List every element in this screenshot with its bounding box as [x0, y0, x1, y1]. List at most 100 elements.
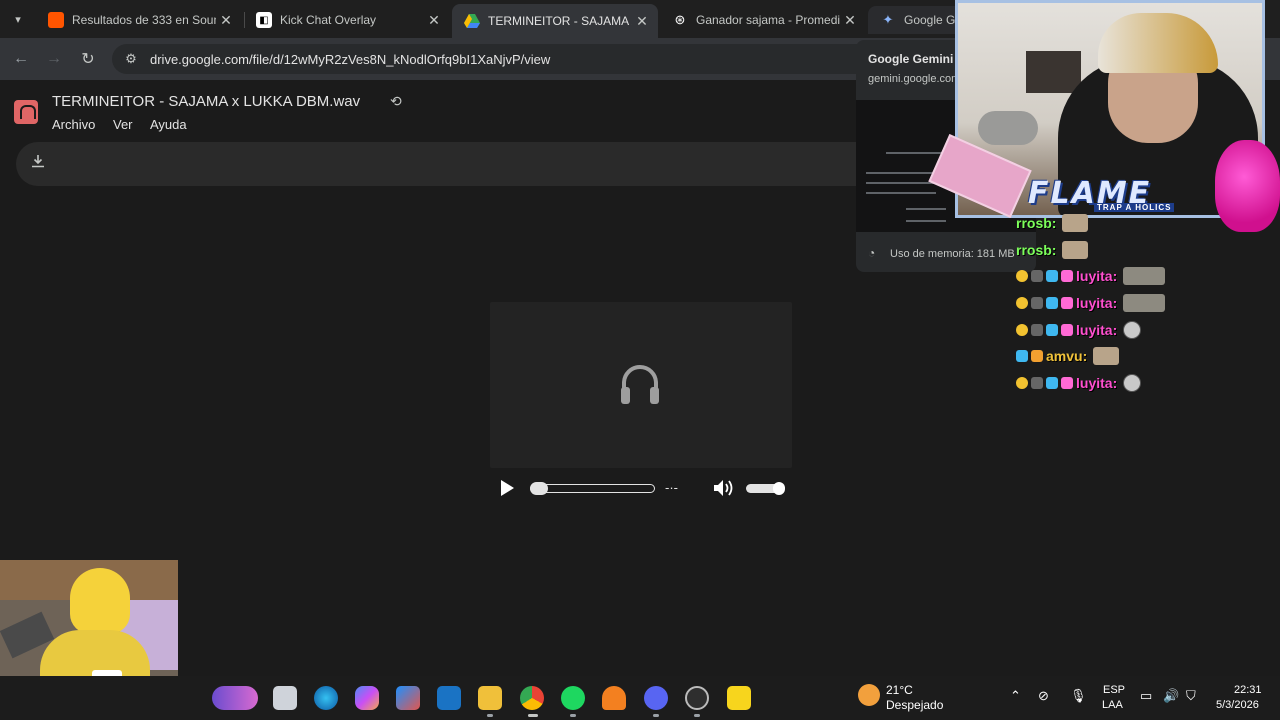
play-button[interactable]: [498, 479, 516, 497]
pink-buddha-sticker: [1215, 140, 1280, 232]
tab-title: Kick Chat Overlay: [280, 13, 377, 27]
running-indicator: [653, 714, 659, 717]
volume-handle[interactable]: [773, 482, 785, 495]
badge-icon: [1016, 297, 1028, 309]
tab-title: Resultados de 333 en Soundc: [72, 13, 216, 27]
chat-username: rrosb:: [1016, 215, 1057, 231]
hover-card-title: Google Gemini: [868, 52, 954, 66]
badge-icon: [1046, 324, 1058, 336]
chat-message: rrosb:: [1016, 212, 1089, 234]
badge-icon: [1031, 350, 1043, 362]
preview-line: [906, 208, 946, 210]
volume-icon[interactable]: [713, 478, 735, 498]
security-icon[interactable]: ⛉: [1186, 688, 1196, 704]
download-icon[interactable]: [28, 154, 48, 174]
menu-ver[interactable]: Ver: [113, 117, 133, 132]
weather-temperature[interactable]: 21°C: [886, 683, 913, 697]
add-to-drive-icon[interactable]: ⟲: [390, 93, 402, 110]
chat-message: luyita:: [1016, 319, 1142, 341]
clock-time[interactable]: 22:31: [1234, 684, 1262, 696]
chat-username: luyita:: [1076, 322, 1118, 338]
menu-ayuda[interactable]: Ayuda: [150, 117, 187, 132]
input-language[interactable]: ESP: [1103, 684, 1125, 696]
weather-condition[interactable]: Despejado: [886, 698, 943, 712]
windows-taskbar: [0, 676, 1280, 720]
seek-bar[interactable]: [530, 484, 655, 493]
audio-file-icon: [14, 100, 38, 124]
chat-username: luyita:: [1076, 268, 1118, 284]
discord-icon[interactable]: [644, 686, 668, 710]
task-view-icon[interactable]: [273, 686, 297, 710]
close-tab-icon[interactable]: ✕: [424, 12, 444, 29]
file-explorer-icon[interactable]: [478, 686, 502, 710]
badge-icon: [1031, 270, 1043, 282]
clock-date[interactable]: 5/3/2026: [1216, 699, 1259, 711]
chrome-icon[interactable]: [520, 686, 544, 710]
close-tab-icon[interactable]: ✕: [632, 13, 652, 30]
badge-icon: [1061, 297, 1073, 309]
homer-head: [70, 568, 130, 634]
chat-message: rrosb:: [1016, 239, 1089, 261]
weather-moon-icon[interactable]: [858, 684, 880, 706]
chat-emote-icon: [1062, 241, 1089, 259]
kick-icon: ◧: [256, 12, 272, 28]
badge-icon: [1046, 297, 1058, 309]
tab-gemini[interactable]: ✦ Google Gem: [868, 6, 968, 34]
chat-emote-icon: [1062, 214, 1089, 232]
store-icon[interactable]: [396, 686, 420, 710]
seek-handle[interactable]: [530, 482, 548, 495]
badge-icon: [1016, 270, 1028, 282]
badge-icon: [1046, 377, 1058, 389]
badge-icon: [1061, 324, 1073, 336]
forward-arrow-icon[interactable]: →: [42, 47, 66, 71]
reload-icon[interactable]: ↻: [76, 47, 100, 71]
network-off-icon[interactable]: ⊘: [1038, 688, 1049, 704]
keyboard-layout[interactable]: LAA: [1102, 699, 1123, 711]
close-tab-icon[interactable]: ✕: [840, 12, 860, 29]
tab-chatgpt[interactable]: ⊛ Ganador sajama - Promedio ✕: [660, 6, 866, 34]
cloudflare-icon[interactable]: [602, 686, 626, 710]
chat-username: rrosb:: [1016, 242, 1057, 258]
tab-drive-active[interactable]: TERMINEITOR - SAJAMA x L ✕: [452, 4, 658, 38]
edge-icon[interactable]: [314, 686, 338, 710]
speaker-icon[interactable]: 🔊: [1163, 688, 1179, 704]
badge-icon: [1016, 324, 1028, 336]
running-indicator: [694, 714, 700, 717]
helmet-object: [978, 111, 1038, 145]
badge-icon: [1031, 324, 1043, 336]
copilot-icon[interactable]: [355, 686, 379, 710]
running-indicator: [570, 714, 576, 717]
chat-username: amvu:: [1046, 348, 1088, 364]
playback-speed-icon[interactable]: -·-: [665, 480, 678, 495]
back-arrow-icon[interactable]: ←: [9, 47, 33, 71]
search-widget-icon[interactable]: [212, 686, 258, 710]
file-title: TERMINEITOR - SAJAMA x LUKKA DBM.wav: [52, 93, 361, 110]
openai-icon: ⊛: [674, 12, 686, 27]
spotify-icon[interactable]: [561, 686, 585, 710]
obs-icon[interactable]: [685, 686, 709, 710]
tab-soundcloud[interactable]: Resultados de 333 en Soundc ✕: [36, 6, 242, 34]
close-tab-icon[interactable]: ✕: [216, 12, 236, 29]
chat-message: luyita:: [1016, 292, 1166, 314]
sticky-notes-icon[interactable]: [727, 686, 751, 710]
tab-search-button[interactable]: ▾: [6, 7, 30, 31]
memory-usage-text: Uso de memoria: 181 MB: [890, 248, 1015, 260]
badge-icon: [1031, 297, 1043, 309]
site-info-icon[interactable]: ⚙: [116, 51, 146, 67]
network-icon[interactable]: ▭: [1140, 688, 1152, 704]
microphone-icon[interactable]: 🎙: [1070, 688, 1087, 704]
menu-archivo[interactable]: Archivo: [52, 117, 95, 132]
chat-emote-icon: [1123, 294, 1166, 312]
badge-icon: [1016, 377, 1028, 389]
chat-emote-icon: [1123, 267, 1166, 285]
chat-emote-icon: [1123, 374, 1142, 392]
tab-kick-chat[interactable]: ◧ Kick Chat Overlay ✕: [244, 6, 450, 34]
running-indicator: [487, 714, 493, 717]
chat-emote-icon: [1093, 347, 1120, 365]
address-bar[interactable]: ⚙ drive.google.com/file/d/12wMyR2zVes8N_…: [112, 44, 872, 74]
chevron-up-icon[interactable]: ⌃: [1010, 688, 1021, 704]
badge-icon: [1046, 270, 1058, 282]
outlook-icon[interactable]: [437, 686, 461, 710]
chat-message: amvu:: [1016, 345, 1120, 367]
chat-emote-icon: [1123, 321, 1142, 339]
